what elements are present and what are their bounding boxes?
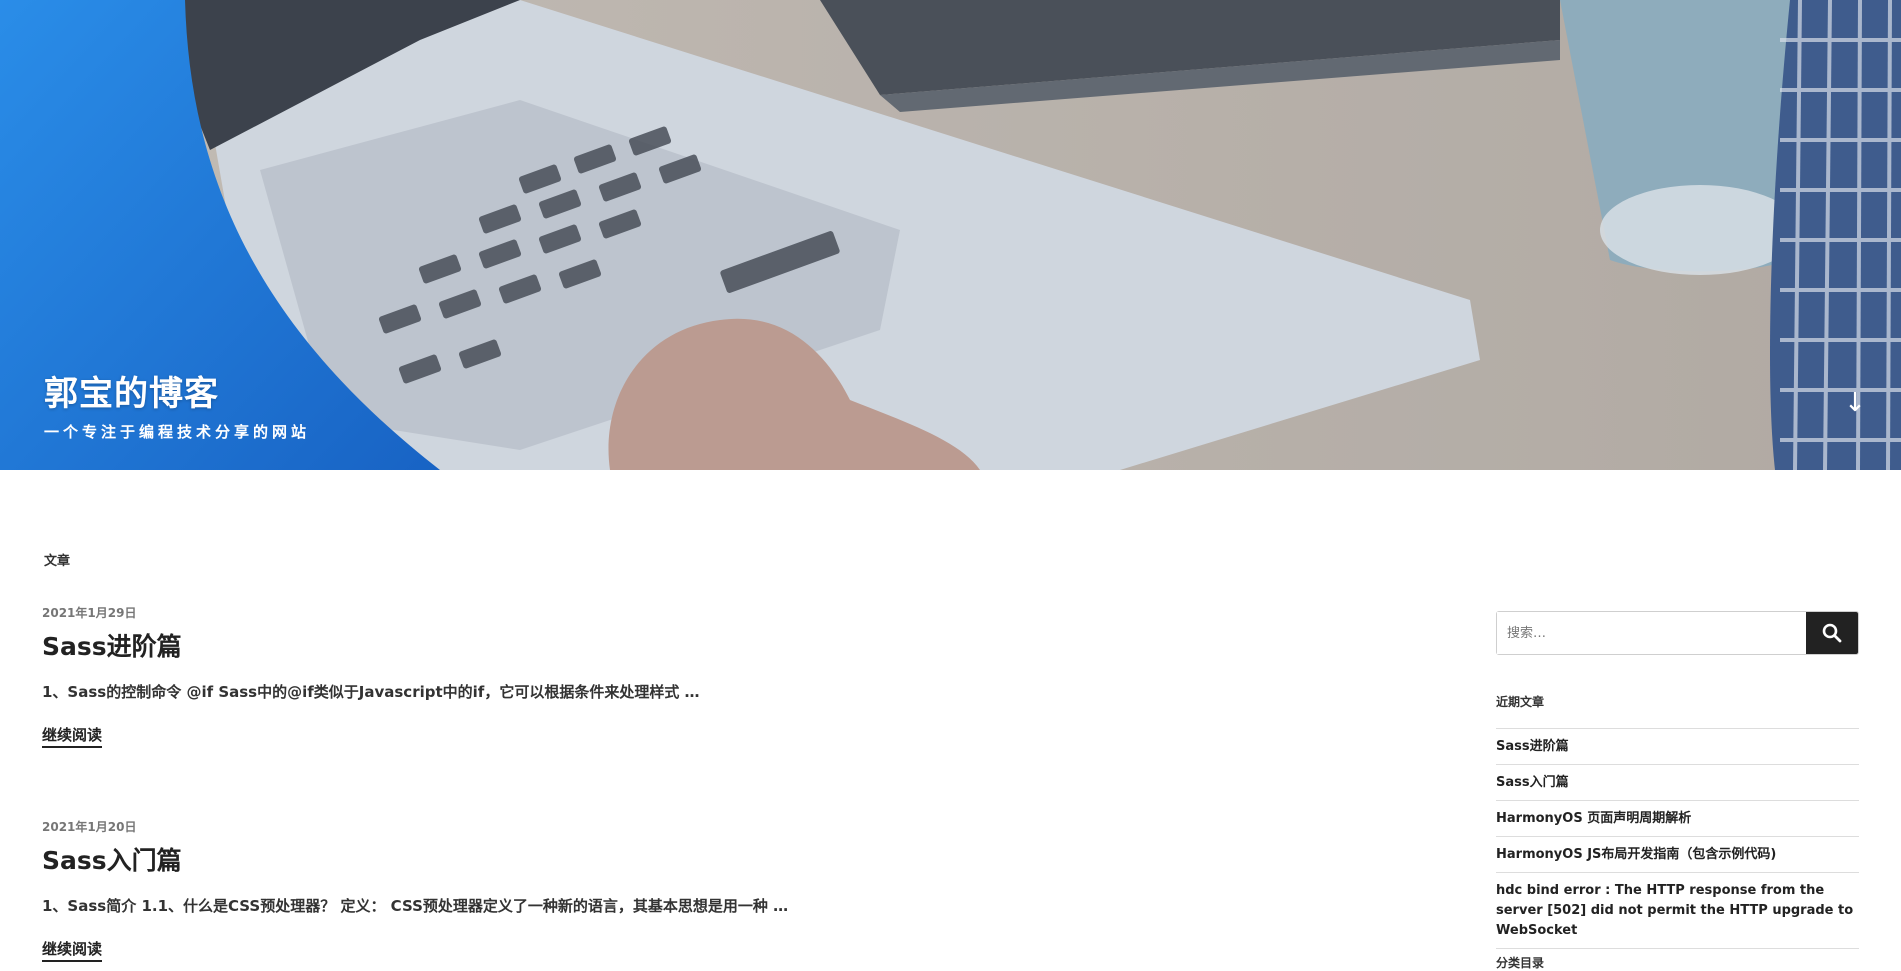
recent-post-link[interactable]: hdc bind error : The HTTP response from … (1496, 883, 1853, 938)
list-item: Sass入门篇 (1496, 765, 1859, 801)
search-icon (1822, 623, 1842, 643)
post-date[interactable]: 2021年1月29日 (42, 604, 1042, 621)
post-entry: 2021年1月29日 Sass进阶篇 1、Sass的控制命令 @if Sass中… (42, 604, 1042, 748)
sidebar: 近期文章 Sass进阶篇 Sass入门篇 HarmonyOS 页面声明周期解析 … (1496, 611, 1859, 949)
section-label: 文章 (44, 554, 71, 569)
read-more-link[interactable]: 继续阅读 (42, 938, 103, 962)
post-date[interactable]: 2021年1月20日 (42, 818, 1042, 835)
recent-post-link[interactable]: HarmonyOS 页面声明周期解析 (1496, 811, 1691, 826)
site-description: 一个专注于编程技术分享的网站 (44, 423, 311, 441)
list-item: Sass进阶篇 (1496, 729, 1859, 765)
site-branding: 郭宝的博客 一个专注于编程技术分享的网站 (44, 366, 310, 442)
post-entry: 2021年1月20日 Sass入门篇 1、Sass简介 1.1、什么是CSS预处… (42, 818, 1042, 962)
list-item: HarmonyOS 页面声明周期解析 (1496, 801, 1859, 837)
recent-posts-title: 近期文章 (1496, 695, 1545, 709)
scroll-down-arrow-icon[interactable]: ↓ (1843, 388, 1867, 418)
site-header: 郭宝的博客 一个专注于编程技术分享的网站 ↓ (0, 0, 1901, 470)
post-excerpt: 1、Sass简介 1.1、什么是CSS预处理器？ 定义： CSS预处理器定义了一… (42, 897, 789, 915)
categories-title: 分类目录 (1496, 956, 1545, 970)
search-button[interactable] (1806, 612, 1858, 654)
post-excerpt: 1、Sass的控制命令 @if Sass中的@if类似于Javascript中的… (42, 683, 700, 701)
list-item: HarmonyOS JS布局开发指南（包含示例代码) (1496, 837, 1859, 873)
search-input[interactable] (1497, 612, 1806, 654)
post-title-link[interactable]: Sass进阶篇 (42, 627, 182, 663)
read-more-link[interactable]: 继续阅读 (42, 724, 103, 748)
list-item: hdc bind error : The HTTP response from … (1496, 873, 1859, 949)
site-title[interactable]: 郭宝的博客 (44, 366, 310, 415)
recent-post-link[interactable]: HarmonyOS JS布局开发指南（包含示例代码) (1496, 847, 1776, 862)
search-form (1496, 611, 1859, 655)
recent-post-link[interactable]: Sass进阶篇 (1496, 739, 1569, 754)
recent-post-link[interactable]: Sass入门篇 (1496, 775, 1569, 790)
post-title-link[interactable]: Sass入门篇 (42, 841, 182, 877)
recent-posts-list: Sass进阶篇 Sass入门篇 HarmonyOS 页面声明周期解析 Harmo… (1496, 728, 1859, 949)
